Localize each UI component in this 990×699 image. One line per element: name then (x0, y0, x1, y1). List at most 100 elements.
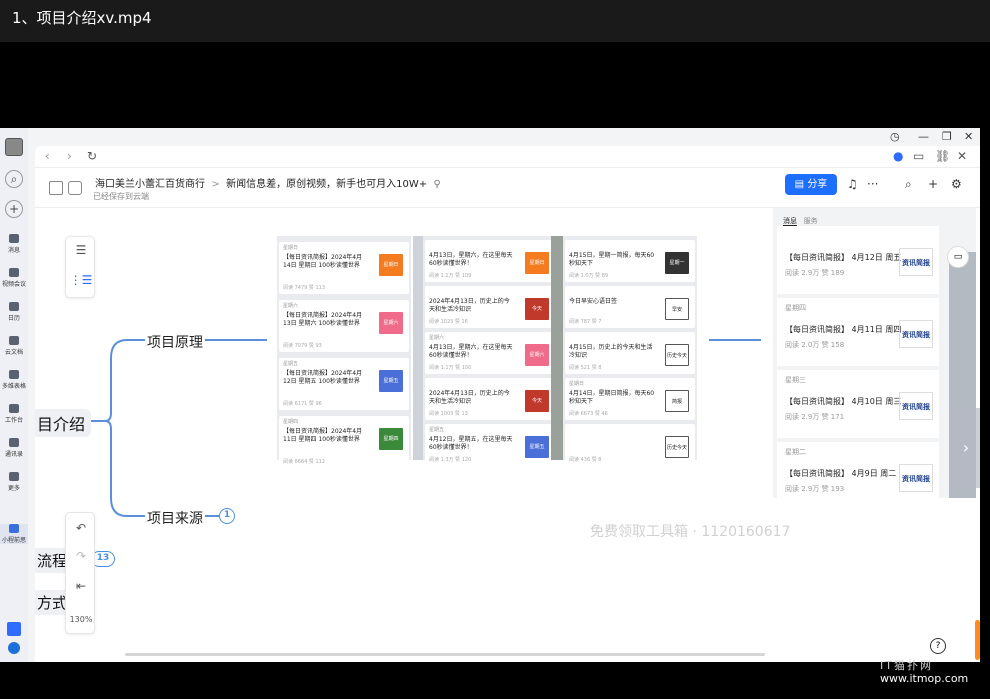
image-panel-right[interactable]: 4月15日，星期一简报，每天60秒知天下 阅读 1.0万 赞 89 星期一 今日早安心… (563, 236, 697, 466)
branch-node-principle[interactable]: 项目原理 (147, 332, 203, 352)
redo-icon[interactable]: ↷ (66, 549, 96, 563)
card-title: 4月13日，星期六，在这里每天60秒读懂世界！ (429, 344, 513, 359)
zoom-level[interactable]: 130% (66, 615, 96, 624)
article-card[interactable]: 星期六 【每日资讯简报】2024年4月13日 星期六 100秒读懂世界 阅读 707… (279, 300, 409, 352)
pin-icon[interactable]: ⚲ (430, 179, 440, 190)
card-thumbnail: 星期五 (525, 436, 549, 458)
plus-icon[interactable]: + (5, 200, 23, 218)
minimize-icon[interactable]: — (918, 130, 929, 143)
share-label: 分享 (807, 179, 828, 190)
bell-icon[interactable]: ♫ (847, 177, 858, 191)
sidebar-item-calendar[interactable]: 日历 (0, 302, 28, 322)
sidebar-item-base[interactable]: 多维表格 (0, 370, 28, 390)
mindmap-canvas[interactable]: ☰ ⋮☰ 目介绍 项目原理 项目来源 1 流程 13 方式 星期日 【每日资讯简报… (35, 208, 980, 662)
back-icon[interactable]: ‹ (45, 149, 50, 163)
refresh-icon[interactable]: ↻ (87, 149, 97, 163)
window-controls: ◷ — ❐ ✕ (28, 128, 980, 146)
sidebar-item-messages[interactable]: 消息 (0, 234, 28, 254)
breadcrumb-root[interactable]: 海口美兰小蕾汇百货商行 (95, 179, 205, 190)
history-icon[interactable]: ◷ (890, 130, 900, 143)
article-card[interactable]: 星期五 4月12日，星期五，在这里每天60秒读懂世界！ 阅读 1.3万 赞 120 星… (425, 424, 555, 466)
card-title: 2024年4月13日，历史上的今天和生活冷知识 (429, 298, 510, 313)
article-card[interactable]: 星期四 【每日资讯简报】2024年4月11日 星期四 100秒读懂世界 阅读 866… (279, 416, 409, 468)
sidebar-item-app[interactable]: 小程前思 (0, 524, 28, 544)
app-screen: ⌕ + 消息 视频会议 日历 云文档 多维表格 工作台 通讯录 更多 小程前思 … (0, 128, 980, 662)
more-button[interactable]: ··· (867, 177, 878, 191)
forward-icon[interactable]: › (67, 149, 72, 163)
breadcrumb-separator: > (211, 179, 220, 190)
image-panel-feed[interactable]: 消息 服务 【每日资讯简报】 4月12日 周五 阅读 2.9万 赞 189 资讯简报… (773, 208, 976, 510)
settings-icon[interactable]: ⚙ (951, 177, 962, 191)
sidebar-item-workplace[interactable]: 工作台 (0, 404, 28, 424)
sidebar-item-label: 视频会议 (1, 281, 26, 288)
sidebar-item-contacts[interactable]: 通讯录 (0, 438, 28, 458)
card-meta: 阅读 6673 赞 46 (569, 411, 608, 417)
sidebar-item-label: 通讯录 (4, 451, 23, 458)
maximize-icon[interactable]: ❐ (942, 130, 952, 143)
window-icon[interactable]: ▭ (913, 149, 924, 163)
grid-icon (9, 404, 19, 413)
sidebar-item-meeting[interactable]: 视频会议 (0, 268, 28, 288)
next-arrow-icon[interactable]: › (951, 408, 980, 488)
home-icon[interactable] (68, 181, 82, 195)
comment-icon[interactable]: ▭ (947, 246, 969, 268)
feed-tab-label: 消息 (783, 217, 797, 226)
image-panel-mid[interactable]: 4月13日，星期六，在这里每天60秒读懂世界！ 阅读 1.1万 赞 109 星期日 2… (423, 236, 557, 466)
horizontal-scrollbar[interactable] (125, 653, 765, 656)
root-node[interactable]: 目介绍 (35, 409, 92, 437)
article-card[interactable]: 4月15日，星期一简报，每天60秒知天下 阅读 1.0万 赞 89 星期一 (565, 240, 695, 282)
search-icon[interactable]: ⌕ (905, 177, 912, 192)
collapse-count-badge[interactable]: 1 (219, 508, 235, 524)
feed-tab[interactable]: 消息 服务 (783, 216, 818, 226)
card-meta: 阅读 1003 赞 13 (429, 411, 468, 417)
feed-card[interactable]: 星期三 【每日资讯简报】 4月10日 周三 阅读 2.9万 赞 171 资讯简报 (777, 370, 939, 438)
sidebar-app-circle[interactable] (0, 642, 28, 656)
app-logo-icon (7, 622, 21, 636)
card-thumbnail: 星期日 (379, 254, 403, 276)
card-title: 4月15日，历史上的今天和生活冷知识 (569, 344, 653, 359)
nav-row: ‹ › ↻ ● ▭ ⛓ ✕ (35, 146, 980, 168)
article-card[interactable]: 4月13日，星期六，在这里每天60秒读懂世界！ 阅读 1.1万 赞 109 星期日 (425, 240, 555, 282)
search-icon[interactable]: ⌕ (5, 170, 23, 188)
card-title: 4月15日，星期一简报，每天60秒知天下 (569, 252, 655, 267)
close-icon[interactable]: ✕ (964, 130, 973, 143)
image-panel-left[interactable]: 星期日 【每日资讯简报】2024年4月14日 星期日 100秒读懂世界 阅读 747… (277, 236, 411, 468)
collapse-icon[interactable]: ⇤ (66, 579, 96, 593)
outline-icon[interactable]: ☰ (66, 243, 96, 257)
article-card[interactable]: 今日早安心语日签 阅读 787 赞 7 早安 (565, 286, 695, 328)
article-card[interactable]: 4月15日，历史上的今天和生活冷知识 阅读 521 赞 8 历史今天 (565, 332, 695, 374)
sidebar-app-blue[interactable] (0, 622, 28, 638)
feed-card[interactable]: 星期二 【每日资讯简报】 4月9日 周二 阅读 2.9万 赞 193 资讯简报 (777, 442, 939, 510)
card-thumbnail: 星期六 (379, 312, 403, 334)
help-icon[interactable]: ? (930, 638, 946, 654)
feed-card-logo: 资讯简报 (899, 320, 933, 348)
site-url: www.itmop.com (880, 672, 969, 685)
feed-card[interactable]: 星期四 【每日资讯简报】 4月11日 周四 阅读 2.0万 赞 158 资讯简报 (777, 298, 939, 366)
feed-card-meta: 阅读 2.9万 赞 189 (785, 269, 845, 277)
article-card[interactable]: 星期六 4月13日，星期六，在这里每天60秒读懂世界！ 阅读 1.1万 赞 100 星… (425, 332, 555, 374)
link-icon[interactable]: ⛓ (935, 149, 950, 163)
article-card[interactable]: 星期日 【每日资讯简报】2024年4月14日 星期日 100秒读懂世界 阅读 747… (279, 242, 409, 294)
feedback-tab[interactable] (975, 620, 980, 660)
sidebar-item-more[interactable]: 更多 (0, 472, 28, 492)
add-icon[interactable]: + (928, 177, 938, 191)
article-card[interactable]: 星期日 4月14日，星期日简报，每天60秒知天下 阅读 6673 赞 46 简报 (565, 378, 695, 420)
avatar[interactable] (5, 138, 23, 156)
feed-card[interactable]: 【每日资讯简报】 4月12日 周五 阅读 2.9万 赞 189 资讯简报 (777, 226, 939, 294)
article-card[interactable]: 阅读 436 赞 8 历史今天 (565, 424, 695, 466)
card-date: 星期六 (429, 335, 445, 341)
sidebar-toggle-icon[interactable] (49, 181, 63, 195)
share-button[interactable]: ▤ 分享 (785, 174, 837, 195)
branch-node-source[interactable]: 项目来源 (147, 508, 203, 528)
app-switch-icon[interactable]: ● (893, 149, 903, 163)
article-card[interactable]: 2024年4月13日，历史上的今天和生活冷知识 阅读 1003 赞 13 今天 (425, 378, 555, 420)
doc-toolbar: 海口美兰小蕾汇百货商行 > 新闻信息差，原创视频，新手也可月入10W+ ⚲ 已经… (35, 168, 980, 208)
structure-icon[interactable]: ⋮☰ (66, 273, 96, 287)
article-card[interactable]: 2024年4月13日，历史上的今天和生活冷知识 阅读 1023 赞 16 今天 (425, 286, 555, 328)
card-thumbnail: 星期一 (665, 252, 689, 274)
close-tab-icon[interactable]: ✕ (957, 149, 967, 163)
sidebar-item-docs[interactable]: 云文档 (0, 336, 28, 356)
article-card[interactable]: 星期五 【每日资讯简报】2024年4月12日 星期五 100秒读懂世界 阅读 617… (279, 358, 409, 410)
feed-card-title: 【每日资讯简报】 4月12日 周五 (785, 253, 902, 262)
undo-icon[interactable]: ↶ (66, 521, 96, 535)
